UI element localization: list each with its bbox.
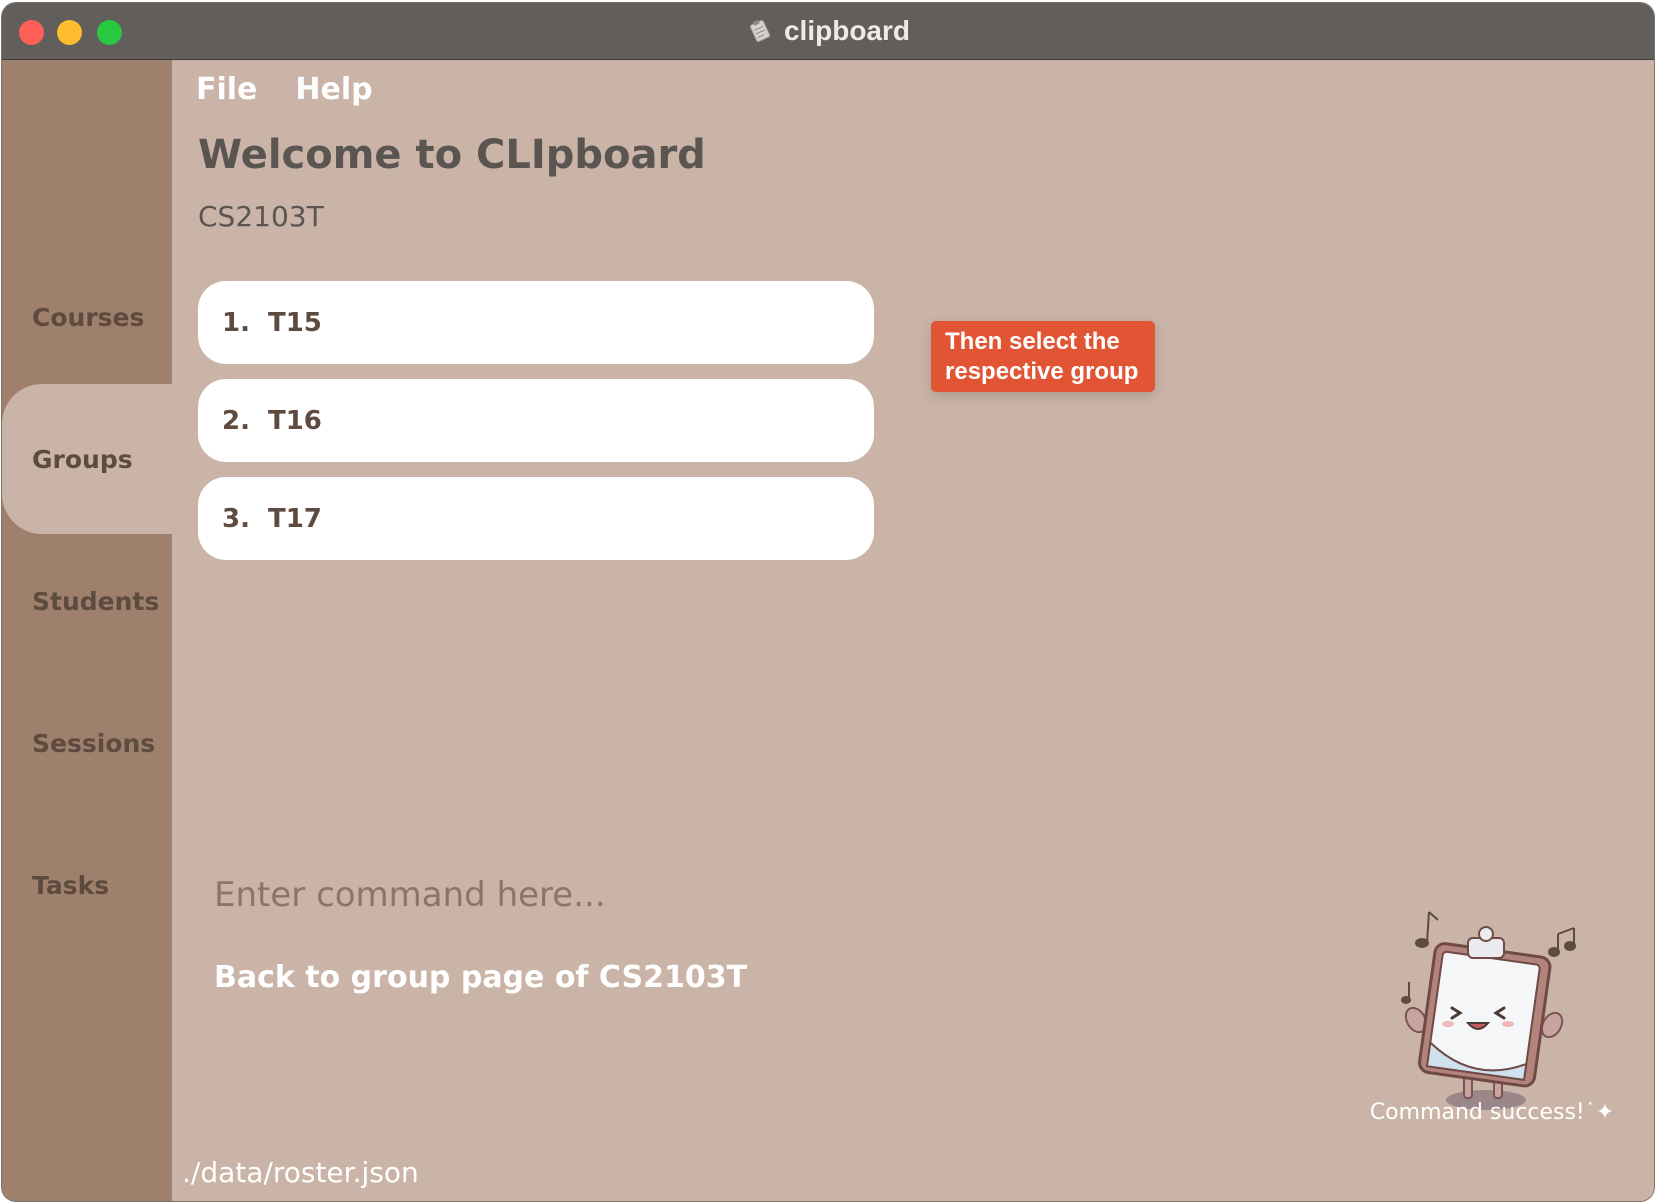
app-window: clipboard Courses Groups Students Sessio…: [2, 3, 1654, 1201]
course-code-label: CS2103T: [198, 200, 324, 233]
group-list: 1. T15 2. T16 3. T17: [198, 281, 874, 575]
clipboard-mascot-image: [1401, 911, 1576, 1110]
menu-bar: File Help: [196, 72, 373, 107]
group-card[interactable]: 3. T17: [198, 477, 874, 560]
group-name: T15: [267, 307, 322, 338]
main-panel: File Help Welcome to CLIpboard CS2103T 1…: [172, 60, 1654, 1201]
group-card[interactable]: 2. T16: [198, 379, 874, 462]
file-path-status: ./data/roster.json: [182, 1156, 419, 1189]
group-name: T17: [267, 503, 322, 534]
sidebar-item-students[interactable]: Students: [2, 526, 172, 676]
menu-file[interactable]: File: [196, 72, 257, 107]
sidebar-item-tasks[interactable]: Tasks: [2, 810, 172, 960]
group-card[interactable]: 1. T15: [198, 281, 874, 364]
group-name: T16: [267, 405, 322, 436]
group-index: 1.: [222, 307, 250, 338]
clipboard-app-icon: [749, 20, 770, 42]
group-index: 3.: [222, 503, 250, 534]
command-result-text: Back to group page of CS2103T: [214, 960, 748, 995]
mascot-caption: Command success!˙✦: [1369, 1100, 1615, 1125]
title-bar: clipboard: [2, 3, 1654, 60]
page-title: Welcome to CLIpboard: [198, 132, 706, 178]
sidebar: Courses Groups Students Sessions Tasks: [2, 60, 172, 1201]
sidebar-item-sessions[interactable]: Sessions: [2, 668, 172, 818]
menu-help[interactable]: Help: [295, 72, 372, 107]
window-title: clipboard: [783, 15, 910, 46]
window-title-group: clipboard: [2, 3, 1654, 59]
group-index: 2.: [222, 405, 250, 436]
sidebar-item-courses[interactable]: Courses: [2, 242, 172, 392]
tutorial-callout: Then select the respective group: [931, 321, 1155, 392]
sidebar-item-groups[interactable]: Groups: [2, 384, 172, 534]
command-input[interactable]: [214, 868, 1114, 922]
